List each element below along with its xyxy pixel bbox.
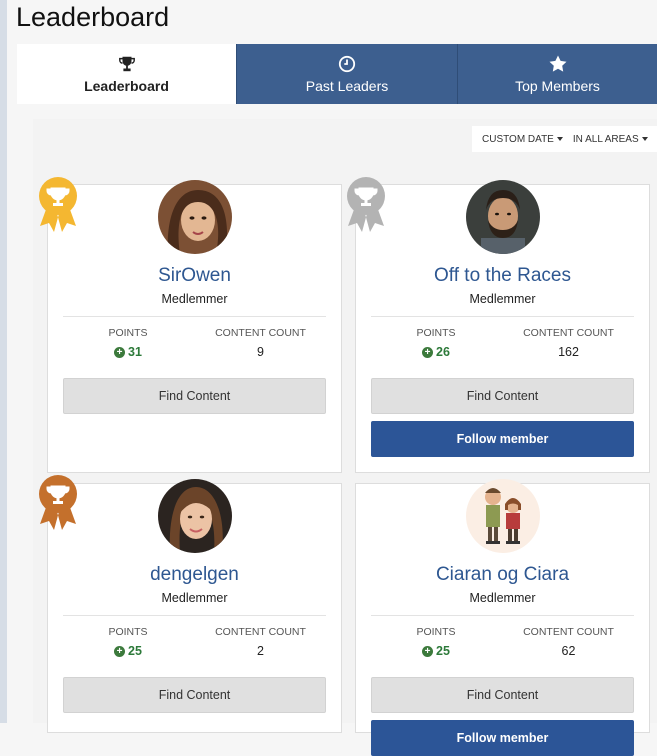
area-filter-label: IN ALL AREAS	[572, 133, 639, 145]
member-name[interactable]: dengelgen	[48, 564, 341, 586]
content-count-label: CONTENT COUNT	[215, 327, 306, 339]
points-value: + 26	[371, 345, 501, 359]
points-value: + 25	[63, 644, 193, 658]
content-count-label: CONTENT COUNT	[523, 327, 614, 339]
plus-circle-icon: +	[114, 645, 126, 657]
tab-leaderboard[interactable]: Leaderboard	[17, 44, 236, 104]
find-content-button[interactable]: Find Content	[371, 378, 634, 414]
points-value: + 31	[63, 345, 193, 359]
content-count-label: CONTENT COUNT	[523, 626, 614, 638]
follow-member-button[interactable]: Follow member	[371, 720, 634, 756]
divider	[371, 615, 634, 616]
caret-down-icon	[641, 137, 648, 141]
silver-ribbon-icon	[345, 176, 387, 237]
find-content-button[interactable]: Find Content	[63, 677, 326, 713]
divider	[63, 316, 326, 317]
leaderboard-tabs: Leaderboard Past Leaders Top Members	[17, 44, 657, 104]
points-label: POINTS	[108, 626, 148, 638]
page-title: Leaderboard	[16, 2, 170, 32]
member-group: Medlemmer	[469, 591, 536, 605]
content-count-label: CONTENT COUNT	[215, 626, 306, 638]
content-count-value: 162	[558, 345, 579, 359]
member-name[interactable]: Off to the Races	[356, 265, 649, 287]
bronze-ribbon-icon	[37, 474, 79, 535]
divider	[371, 316, 634, 317]
custom-date-filter[interactable]: CUSTOM DATE	[472, 134, 563, 145]
plus-circle-icon: +	[114, 346, 126, 358]
points-number: 26	[436, 345, 450, 359]
avatar[interactable]	[465, 479, 540, 553]
plus-circle-icon: +	[422, 346, 434, 358]
tab-top-members-label: Top Members	[515, 78, 600, 94]
avatar[interactable]	[465, 180, 540, 254]
member-card: Off to the Races Medlemmer POINTS CONTEN…	[355, 180, 650, 473]
filter-bar: CUSTOM DATE IN ALL AREAS	[472, 126, 657, 152]
area-filter[interactable]: IN ALL AREAS	[563, 134, 648, 145]
find-content-button[interactable]: Find Content	[63, 378, 326, 414]
tab-top-members[interactable]: Top Members	[457, 44, 657, 104]
member-group: Medlemmer	[469, 292, 536, 306]
star-icon	[548, 54, 568, 74]
content-count-value: 62	[561, 644, 576, 658]
trophy-icon	[118, 54, 136, 74]
plus-circle-icon: +	[422, 645, 434, 657]
member-name[interactable]: SirOwen	[48, 265, 341, 287]
points-label: POINTS	[416, 626, 456, 638]
points-value: + 25	[371, 644, 501, 658]
divider	[63, 615, 326, 616]
gold-ribbon-icon	[37, 176, 79, 237]
member-group: Medlemmer	[161, 591, 228, 605]
content-count-value: 9	[257, 345, 264, 359]
points-number: 25	[436, 644, 450, 658]
content-count-value: 2	[257, 644, 264, 658]
points-label: POINTS	[416, 327, 456, 339]
tab-past-leaders[interactable]: Past Leaders	[236, 44, 457, 104]
member-group: Medlemmer	[161, 292, 228, 306]
points-number: 25	[128, 644, 142, 658]
tab-past-leaders-label: Past Leaders	[305, 78, 389, 94]
member-name[interactable]: Ciaran og Ciara	[356, 564, 649, 586]
tab-leaderboard-label: Leaderboard	[84, 78, 169, 94]
custom-date-label: CUSTOM DATE	[482, 133, 554, 145]
left-page-strip	[0, 0, 7, 723]
member-card: dengelgen Medlemmer POINTS CONTENT COUNT…	[47, 479, 342, 733]
find-content-button[interactable]: Find Content	[371, 677, 634, 713]
points-label: POINTS	[108, 327, 148, 339]
clock-icon	[338, 54, 356, 74]
points-number: 31	[128, 345, 142, 359]
avatar[interactable]	[157, 180, 232, 254]
follow-member-button[interactable]: Follow member	[371, 421, 634, 457]
member-card: SirOwen Medlemmer POINTS CONTENT COUNT +…	[47, 180, 342, 473]
avatar[interactable]	[157, 479, 232, 553]
member-card: Ciaran og Ciara Medlemmer POINTS CONTENT…	[355, 479, 650, 756]
